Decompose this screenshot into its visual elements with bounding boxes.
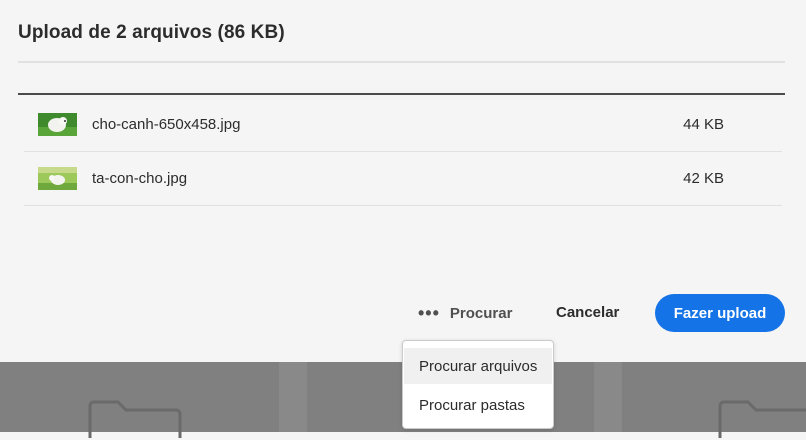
file-list-header-divider xyxy=(18,93,785,95)
upload-button[interactable]: Fazer upload xyxy=(655,294,785,332)
image-thumbnail-icon xyxy=(38,113,77,136)
more-icon: ••• xyxy=(418,303,440,323)
file-size: 42 KB xyxy=(683,170,724,187)
file-name: cho-canh-650x458.jpg xyxy=(92,116,241,133)
background-gap xyxy=(594,362,622,432)
cancel-button[interactable]: Cancelar xyxy=(556,304,619,321)
folder-icon xyxy=(88,400,182,440)
image-thumbnail-icon xyxy=(38,167,77,190)
menu-item-browse-folders[interactable]: Procurar pastas xyxy=(404,387,552,423)
folder-icon xyxy=(718,400,806,440)
browse-label: Procurar xyxy=(449,304,513,322)
file-size: 44 KB xyxy=(683,116,724,133)
menu-item-browse-files[interactable]: Procurar arquivos xyxy=(404,348,552,384)
dialog-title: Upload de 2 arquivos (86 KB) xyxy=(18,22,285,43)
browse-menu: Procurar arquivos Procurar pastas xyxy=(402,340,554,429)
divider xyxy=(18,61,785,63)
file-name: ta-con-cho.jpg xyxy=(92,170,188,187)
file-row: cho-canh-650x458.jpg 44 KB xyxy=(24,98,782,152)
background-gap xyxy=(279,362,307,432)
upload-dialog: Upload de 2 arquivos (86 KB) cho-canh-65… xyxy=(0,0,806,362)
file-row: ta-con-cho.jpg 42 KB xyxy=(24,152,782,206)
browse-button[interactable]: ••• Procurar xyxy=(418,298,512,328)
